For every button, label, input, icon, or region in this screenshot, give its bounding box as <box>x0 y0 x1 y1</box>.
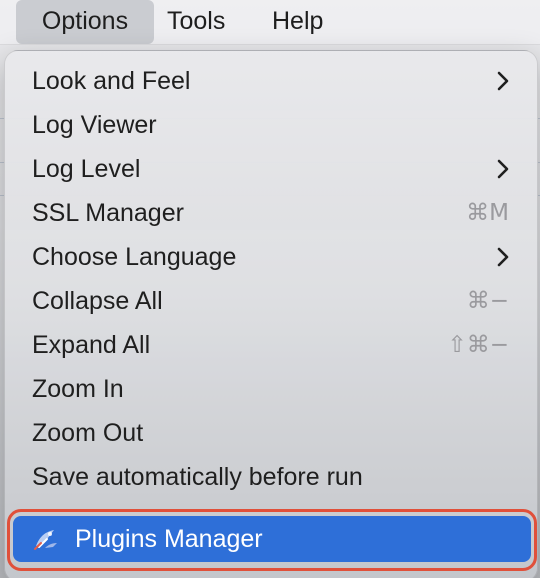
plugins-manager-icon <box>34 530 57 550</box>
menu-item-label: Zoom Out <box>32 419 144 447</box>
menu-item-expand-all[interactable]: Expand All ⇧⌘− <box>5 323 539 367</box>
menu-item-label: SSL Manager <box>32 199 184 227</box>
menu-bar: Options Tools Help <box>0 0 540 45</box>
chevron-right-icon <box>497 159 509 179</box>
chevron-right-icon <box>497 71 509 91</box>
menu-item-label: Log Level <box>32 155 141 183</box>
menu-item-collapse-all[interactable]: Collapse All ⌘− <box>5 279 539 323</box>
menu-item-label: Plugins Manager <box>75 525 263 553</box>
options-dropdown-menu: Look and Feel Log Viewer Log Level SSL M… <box>4 50 538 578</box>
shortcut-label: ⌘− <box>466 288 509 314</box>
menu-item-label: Choose Language <box>32 243 237 271</box>
menu-options[interactable]: Options <box>16 0 154 44</box>
menu-item-plugins-manager[interactable]: Plugins Manager <box>13 516 531 562</box>
menu-item-log-level[interactable]: Log Level <box>5 147 539 191</box>
menu-item-label: Collapse All <box>32 287 163 315</box>
menu-item-label: Save automatically before run <box>32 463 363 491</box>
shortcut-label: ⌘M <box>466 200 509 226</box>
menu-item-ssl-manager[interactable]: SSL Manager ⌘M <box>5 191 539 235</box>
menu-tools[interactable]: Tools <box>153 0 239 44</box>
menu-item-choose-language[interactable]: Choose Language <box>5 235 539 279</box>
menu-item-look-and-feel[interactable]: Look and Feel <box>5 59 539 103</box>
menu-item-log-viewer[interactable]: Log Viewer <box>5 103 539 147</box>
menu-item-label: Look and Feel <box>32 67 191 95</box>
menu-item-zoom-out[interactable]: Zoom Out <box>5 411 539 455</box>
menu-item-label: Expand All <box>32 331 151 359</box>
menu-help[interactable]: Help <box>258 0 337 44</box>
menu-item-zoom-in[interactable]: Zoom In <box>5 367 539 411</box>
menu-item-label: Log Viewer <box>32 111 157 139</box>
menu-item-label: Zoom In <box>32 375 124 403</box>
shortcut-label: ⇧⌘− <box>447 332 509 358</box>
chevron-right-icon <box>497 247 509 267</box>
menu-item-save-automatically[interactable]: Save automatically before run <box>5 455 539 499</box>
